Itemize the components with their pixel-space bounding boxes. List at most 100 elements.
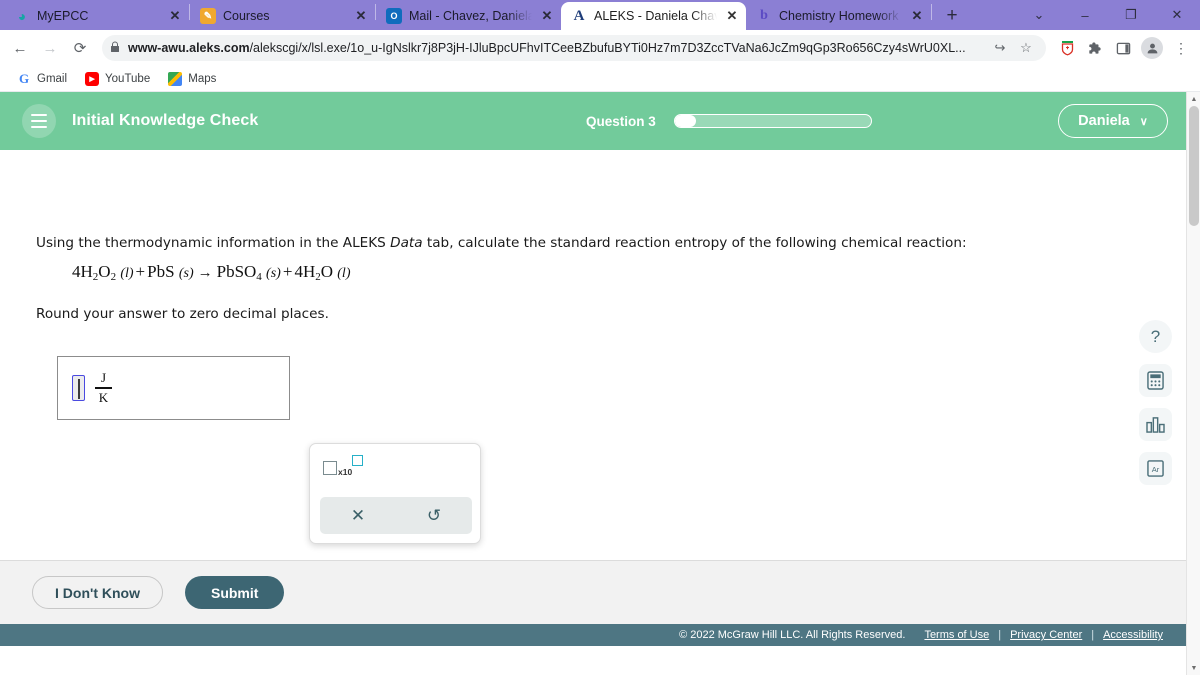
plus-sign-2: + [282, 262, 293, 281]
action-bar: I Don't Know Submit [0, 560, 1186, 624]
help-icon[interactable]: ? [1139, 320, 1172, 353]
bookmark-youtube[interactable]: ▶ YouTube [76, 68, 159, 90]
browser-tab-courses[interactable]: ✎ Courses ✕ [190, 2, 375, 30]
progress-bar-fill [674, 115, 697, 127]
user-menu-button[interactable]: Daniela ∨ [1058, 104, 1168, 138]
aleks-icon: A [573, 7, 585, 24]
reaction-arrow: → [197, 265, 213, 281]
maximize-restore-icon[interactable]: ❐ [1108, 0, 1154, 30]
tab-close-icon[interactable]: ✕ [724, 8, 740, 24]
browser-tab-chemistry-homework[interactable]: b Chemistry Homework Help ✕ [746, 2, 931, 30]
reactant-1: 4H2O2 (l) [72, 262, 134, 283]
svg-text:Ar: Ar [1152, 465, 1160, 474]
plus-sign-1: + [135, 262, 146, 281]
courses-icon: ✎ [200, 8, 216, 24]
submit-button[interactable]: Submit [184, 576, 285, 609]
youtube-icon: ▶ [85, 71, 100, 86]
bookmark-star-icon[interactable]: ☆ [1014, 36, 1038, 60]
forward-icon[interactable]: → [36, 34, 64, 62]
question-progress-area: Question 3 [586, 92, 872, 150]
chrome-menu-icon[interactable]: ⋮ [1168, 35, 1194, 61]
mantissa-placeholder-icon [323, 461, 337, 475]
user-name-label: Daniela [1078, 113, 1130, 129]
scrollbar-thumb[interactable] [1189, 106, 1199, 226]
bookmark-gmail[interactable]: G Gmail [8, 68, 76, 90]
terms-of-use-link[interactable]: Terms of Use [915, 629, 998, 641]
browser-tab-mail[interactable]: O Mail - Chavez, Daniela M. ✕ [376, 2, 561, 30]
tab-close-icon[interactable]: ✕ [539, 8, 555, 24]
page-viewport: Initial Knowledge Check Question 3 Danie… [0, 92, 1200, 675]
bar-chart-icon[interactable] [1139, 408, 1172, 441]
rounding-instruction: Round your answer to zero decimal places… [36, 306, 329, 322]
shield-extension-icon[interactable] [1054, 35, 1080, 61]
bookmarks-bar: G Gmail ▶ YouTube Maps [0, 66, 1200, 92]
url-text: www-awu.aleks.com/alekscgi/x/lsl.exe/1o_… [128, 41, 980, 55]
address-bar[interactable]: www-awu.aleks.com/alekscgi/x/lsl.exe/1o_… [102, 35, 1046, 61]
url-path: /alekscgi/x/lsl.exe/1o_u-IgNslkr7j8P3jH-… [249, 41, 966, 55]
close-window-icon[interactable]: ✕ [1154, 0, 1200, 30]
back-icon[interactable]: ← [6, 34, 34, 62]
prompt-part-2: tab, calculate the standard reaction ent… [422, 235, 967, 251]
tab-search-chevron-icon[interactable]: ⌄ [1016, 0, 1062, 30]
profile-avatar-icon[interactable] [1141, 37, 1163, 59]
answer-input-field[interactable]: J K [57, 356, 290, 420]
exponent-placeholder-icon [352, 455, 364, 466]
new-tab-button[interactable]: + [938, 2, 966, 30]
bookmark-label: Gmail [37, 72, 68, 85]
question-prompt: Using the thermodynamic information in t… [36, 235, 967, 251]
scroll-up-arrow-icon[interactable]: ▲ [1187, 92, 1200, 106]
product-2: 4H2O (l) [294, 262, 351, 283]
footer-copyright-bar: © 2022 McGraw Hill LLC. All Rights Reser… [0, 624, 1186, 646]
tab-title: MyEPCC [37, 9, 89, 23]
prompt-italic-data: Data [390, 235, 423, 251]
omnibox-actions: ↪ ☆ [988, 36, 1038, 60]
gmail-icon: G [18, 70, 30, 86]
scientific-notation-button[interactable]: x10 [320, 453, 366, 481]
scroll-down-arrow-icon[interactable]: ▼ [1187, 661, 1200, 675]
tab-close-icon[interactable]: ✕ [167, 8, 183, 24]
tab-title: Courses [223, 9, 270, 23]
math-palette-actions: ✕ ↺ [320, 497, 472, 534]
unit-denominator: K [98, 389, 109, 405]
lock-icon [110, 41, 120, 56]
puzzle-extensions-icon[interactable] [1082, 35, 1108, 61]
clear-icon[interactable]: ✕ [320, 497, 396, 534]
tab-divider [931, 4, 932, 20]
i-dont-know-button[interactable]: I Don't Know [32, 576, 163, 609]
browser-toolbar: ← → ⟳ www-awu.aleks.com/alekscgi/x/lsl.e… [0, 30, 1200, 66]
times-ten-label: x10 [338, 467, 353, 477]
accessibility-link[interactable]: Accessibility [1094, 629, 1172, 641]
calculator-icon[interactable] [1139, 364, 1172, 397]
browser-tab-myepcc[interactable]: ◕ MyEPCC ✕ [4, 2, 189, 30]
copyright-text: © 2022 McGraw Hill LLC. All Rights Reser… [679, 629, 906, 641]
tab-close-icon[interactable]: ✕ [353, 8, 369, 24]
answer-text-cursor[interactable] [72, 375, 85, 401]
periodic-table-icon[interactable]: Ar [1139, 452, 1172, 485]
tab-title: Chemistry Homework Help [779, 9, 902, 23]
outlook-mail-icon: O [386, 8, 402, 24]
share-icon[interactable]: ↪ [988, 36, 1012, 60]
hamburger-menu-icon[interactable] [22, 104, 56, 138]
minimize-icon[interactable]: – [1062, 0, 1108, 30]
tab-close-icon[interactable]: ✕ [909, 8, 925, 24]
window-controls: ⌄ – ❐ ✕ [1016, 0, 1200, 30]
math-palette-popup: x10 ✕ ↺ [309, 443, 481, 544]
chemical-equation: 4H2O2 (l) + PbS (s) → PbSO4 (s) +4H2O (l) [72, 262, 350, 283]
tab-title: ALEKS - Daniela Chavez - [594, 9, 717, 23]
privacy-center-link[interactable]: Privacy Center [1001, 629, 1091, 641]
page-scrollbar[interactable]: ▲ ▼ [1186, 92, 1200, 675]
undo-icon[interactable]: ↺ [396, 497, 472, 534]
progress-bar [673, 114, 872, 128]
aleks-app-header: Initial Knowledge Check Question 3 Danie… [0, 92, 1200, 150]
unit-numerator: J [100, 370, 107, 386]
tool-rail: ? Ar [1139, 320, 1172, 485]
bookmark-maps[interactable]: Maps [159, 68, 225, 90]
reload-icon[interactable]: ⟳ [66, 34, 94, 62]
reactant-2: PbS (s) [147, 262, 194, 281]
browser-tab-aleks[interactable]: A ALEKS - Daniela Chavez - ✕ [561, 2, 746, 30]
bing-icon: b [760, 8, 768, 23]
product-1: PbSO4 (s) [216, 262, 281, 283]
side-panel-icon[interactable] [1110, 35, 1136, 61]
url-domain: www-awu.aleks.com [128, 41, 250, 55]
question-counter-label: Question 3 [586, 113, 656, 129]
